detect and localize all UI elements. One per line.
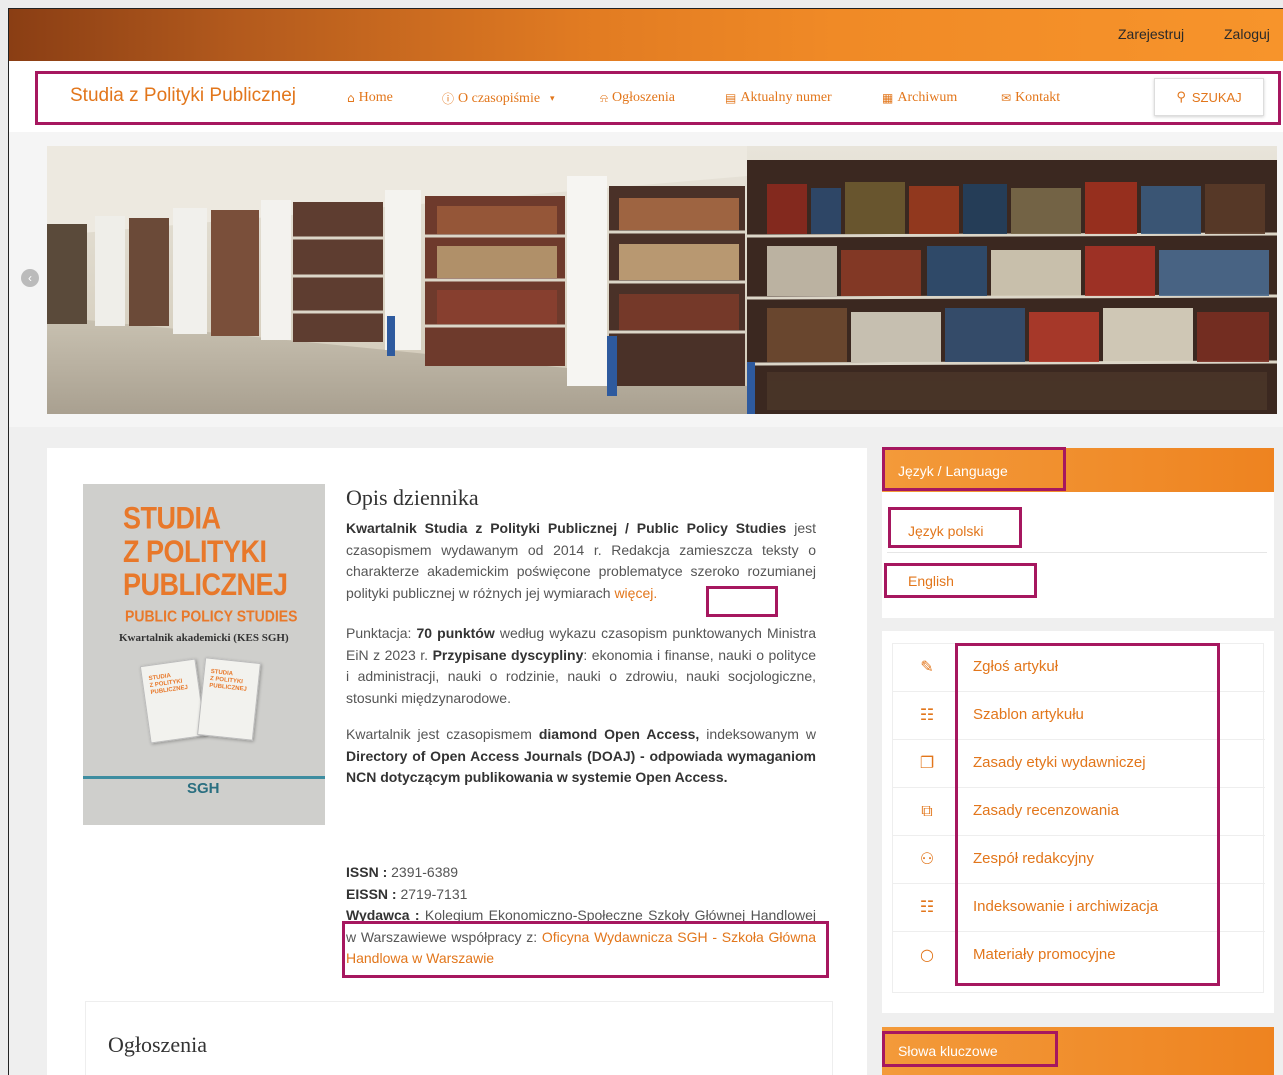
- journal-name: Kwartalnik Studia z Polityki Publicznej …: [346, 520, 787, 536]
- hero-library-image: [47, 146, 1277, 414]
- book-icon: ▤: [725, 91, 737, 105]
- nav-item-label: Home: [358, 90, 393, 105]
- journal-description-card: STUDIA Z POLITYKI PUBLICZNEJ PUBLIC POLI…: [47, 448, 867, 1075]
- quick-links-highlight: [955, 643, 1220, 986]
- hero-band: ‹: [8, 132, 1283, 427]
- site-brand[interactable]: Studia z Polityki Publicznej: [70, 85, 296, 107]
- login-link[interactable]: Zaloguj: [1224, 26, 1270, 42]
- eissn-info: EISSN : 2719-7131: [346, 884, 816, 906]
- edit-icon: ✎: [920, 657, 934, 676]
- cover-mini-issue: STUDIA Z POLITYKI PUBLICZNEJ: [139, 658, 207, 744]
- nav-item-contact[interactable]: ✉ Kontakt: [1001, 90, 1060, 106]
- copy-icon: ❐: [919, 753, 935, 772]
- language-header-highlight: [882, 447, 1066, 491]
- cover-sgh-logo: SGH: [187, 780, 220, 797]
- nav-item-label: O czasopiśmie: [458, 90, 541, 106]
- separator: [887, 552, 1267, 553]
- doaj-info: Directory of Open Access Journals (DOAJ)…: [346, 747, 816, 786]
- quick-links-card: ✎ Zgłoś artykuł ☷ Szablon artykułu ❐ Zas…: [882, 631, 1274, 1013]
- issn-label: ISSN :: [346, 864, 388, 880]
- slider-prev-icon[interactable]: ‹: [21, 269, 39, 287]
- points-value: 70 punktów: [416, 625, 495, 641]
- cover-tagline: Kwartalnik akademicki (KES SGH): [119, 632, 289, 644]
- cover-title-line: Z POLITYKI: [123, 534, 267, 569]
- cover-subtitle: PUBLIC POLICY STUDIES: [125, 607, 298, 625]
- nav-item-current-issue[interactable]: ▤ Aktualny numer: [725, 90, 832, 106]
- cover-title-line: PUBLICZNEJ: [123, 567, 288, 603]
- english-highlight: [884, 563, 1037, 598]
- cover-divider: [83, 776, 325, 779]
- polish-highlight: [888, 507, 1022, 548]
- users-icon: ⚇: [919, 849, 935, 868]
- caret-down-icon: ▾: [550, 93, 555, 104]
- announcements-title: Ogłoszenia: [108, 1032, 207, 1057]
- search-button[interactable]: ⚲ SZUKAJ: [1154, 78, 1264, 116]
- home-icon: ⌂: [347, 91, 355, 105]
- search-button-label: SZUKAJ: [1191, 89, 1242, 105]
- nav-item-label: Ogłoszenia: [611, 90, 675, 105]
- register-link[interactable]: Zarejestruj: [1118, 26, 1184, 42]
- announcements-card: Ogłoszenia: [85, 1001, 833, 1075]
- publisher-highlight: [342, 921, 829, 978]
- oa-text: indeksowanym w: [699, 726, 816, 742]
- keywords-highlight: [882, 1031, 1058, 1067]
- nav-item-home[interactable]: ⌂ Home: [347, 90, 393, 106]
- top-bar: Zarejestruj Zaloguj: [8, 8, 1283, 61]
- nav-item-announcements[interactable]: ⍾ Ogłoszenia: [600, 90, 675, 106]
- main-content-area: STUDIA Z POLITYKI PUBLICZNEJ PUBLIC POLI…: [8, 427, 1283, 1075]
- eissn-value: 2719-7131: [396, 886, 468, 902]
- cover-title: STUDIA Z POLITYKI PUBLICZNEJ: [123, 500, 288, 603]
- envelope-icon: ✉: [1001, 91, 1012, 105]
- circle-icon: ○: [920, 945, 934, 964]
- nav-item-about[interactable]: ⓘ O czasopiśmie ▾: [442, 90, 555, 107]
- nav-item-label: Archiwum: [897, 90, 958, 105]
- nav-highlight-box: Studia z Polityki Publicznej ⌂ Home ⓘ O cz…: [35, 71, 1281, 125]
- issn-info: ISSN : 2391-6389: [346, 862, 816, 884]
- oa-text: Kwartalnik jest czasopismem: [346, 726, 539, 742]
- main-navigation: Studia z Polityki Publicznej ⌂ Home ⓘ O cz…: [8, 61, 1283, 132]
- language-card: Język / Language Język polski English: [882, 447, 1274, 618]
- archive-icon: ▦: [882, 91, 894, 105]
- description-paragraph-2: Punktacja: 70 punktów według wykazu czas…: [346, 623, 816, 710]
- points-label: Punktacja:: [346, 625, 417, 641]
- nav-item-label: Kontakt: [1015, 90, 1061, 105]
- more-link[interactable]: więcej.: [614, 585, 657, 601]
- journal-cover-image[interactable]: STUDIA Z POLITYKI PUBLICZNEJ PUBLIC POLI…: [83, 484, 325, 825]
- library-illustration: [47, 146, 1277, 414]
- nav-item-archive[interactable]: ▦ Archiwum: [882, 90, 957, 106]
- issn-value: 2391-6389: [387, 864, 459, 880]
- more-link-highlight: [706, 586, 778, 617]
- info-icon: ⓘ: [442, 92, 455, 106]
- description-paragraph-3: Kwartalnik jest czasopismem diamond Open…: [346, 724, 816, 789]
- clone-icon: ⧉: [921, 801, 933, 820]
- description-title: Opis dziennika: [346, 485, 479, 510]
- disciplines-label: Przypisane dyscypliny: [432, 646, 584, 663]
- oa-type: diamond Open Access,: [538, 726, 700, 742]
- search-icon: ⚲: [1176, 89, 1186, 105]
- nav-item-label: Aktualny numer: [740, 90, 832, 105]
- cover-mini-issue: STUDIA Z POLITYKI PUBLICZNEJ: [197, 657, 261, 741]
- cover-title-line: STUDIA: [123, 500, 221, 536]
- eissn-label: EISSN :: [346, 886, 397, 902]
- sitemap-icon: ☷: [919, 897, 935, 916]
- bell-icon: ⍾: [600, 90, 608, 105]
- document-icon: ☷: [919, 705, 935, 724]
